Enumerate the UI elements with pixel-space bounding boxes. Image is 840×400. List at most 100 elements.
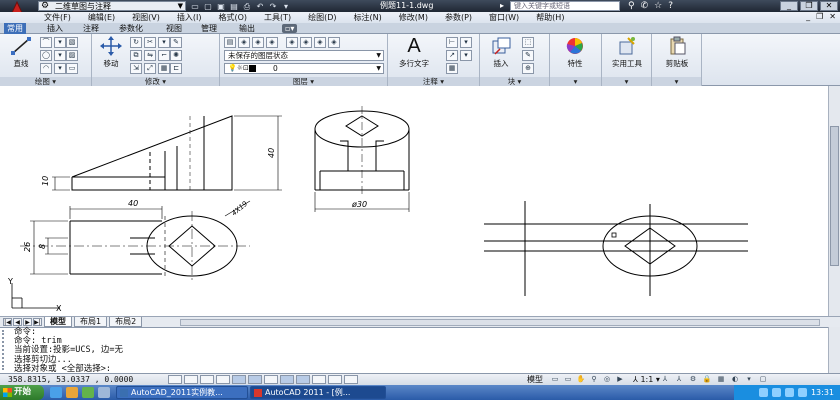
- desktop-icon[interactable]: [98, 387, 110, 398]
- annotation-visibility-icon[interactable]: ⅄: [660, 375, 670, 384]
- workspace-switch-icon[interactable]: ⚙: [688, 375, 698, 384]
- pan-icon[interactable]: ✋: [576, 375, 586, 384]
- doc-restore-button[interactable]: ❐: [816, 12, 823, 21]
- dropdown-icon[interactable]: ▾: [54, 50, 66, 61]
- command-line[interactable]: 命令: 命令: trim 当前设置:投影=UCS, 边=无 选择剪切边... 选…: [0, 327, 828, 374]
- attribute-icon[interactable]: ⊕: [522, 63, 534, 74]
- minimize-button[interactable]: _: [780, 1, 798, 11]
- zoom-icon[interactable]: ⚲: [589, 375, 599, 384]
- vertical-scrollbar[interactable]: [828, 86, 840, 316]
- insert-block-button[interactable]: 插入: [482, 36, 520, 74]
- menu-draw[interactable]: 绘图(D): [308, 12, 336, 23]
- mirror-icon[interactable]: ⇋: [144, 50, 156, 61]
- dropdown-icon[interactable]: ▾: [54, 37, 66, 48]
- trim-icon[interactable]: ✂: [144, 37, 156, 48]
- prev-layout-icon[interactable]: ◀: [13, 318, 22, 326]
- subscription-icon[interactable]: ✆: [641, 0, 649, 12]
- open-icon[interactable]: ▢: [203, 2, 213, 11]
- tab-output[interactable]: 输出: [236, 23, 258, 34]
- explode-icon[interactable]: ✺: [170, 50, 182, 61]
- edit-block-icon[interactable]: ✎: [522, 50, 534, 61]
- doc-close-button[interactable]: ✕: [829, 12, 836, 21]
- tpy-toggle[interactable]: [312, 375, 326, 384]
- search-input[interactable]: 键入关键字或短语: [510, 1, 620, 11]
- layer-icon[interactable]: ◈: [286, 37, 298, 48]
- utilities-panel-title[interactable]: ▾: [602, 77, 651, 86]
- menu-tools[interactable]: 工具(T): [264, 12, 291, 23]
- menu-file[interactable]: 文件(F): [44, 12, 71, 23]
- drawing-canvas[interactable]: 40 10 40 ø30 26 8 4X19 Y X: [0, 86, 828, 316]
- modify-panel-title[interactable]: 修改 ▾: [92, 77, 219, 86]
- menu-help[interactable]: 帮助(H): [536, 12, 564, 23]
- tab-annotate[interactable]: 注释: [80, 23, 102, 34]
- copy-icon[interactable]: ⧉: [130, 50, 142, 61]
- ortho-toggle[interactable]: [200, 375, 214, 384]
- taskbar-item[interactable]: AutoCAD_2011实例教...: [116, 386, 248, 399]
- steering-wheel-icon[interactable]: ◎: [602, 375, 612, 384]
- new-icon[interactable]: ▭: [190, 2, 200, 11]
- snap-toggle[interactable]: [168, 375, 182, 384]
- tab-layout2[interactable]: 布局2: [109, 317, 143, 327]
- polyline-icon[interactable]: ⌒: [40, 37, 52, 48]
- clock[interactable]: 13:31: [811, 388, 834, 397]
- status-menu-icon[interactable]: ▾: [744, 375, 754, 384]
- search-arrow-icon[interactable]: ▸: [500, 0, 504, 12]
- folder-icon[interactable]: [66, 387, 78, 398]
- move-button[interactable]: 移动: [92, 36, 130, 74]
- grid-toggle[interactable]: [184, 375, 198, 384]
- circle-icon[interactable]: ◯: [40, 50, 52, 61]
- save-icon[interactable]: ▣: [216, 2, 226, 11]
- table-icon[interactable]: ▦: [446, 63, 458, 74]
- block-panel-title[interactable]: 块 ▾: [480, 77, 549, 86]
- dropdown-icon[interactable]: ▾: [54, 63, 66, 74]
- mtext-button[interactable]: A 多行文字: [392, 36, 436, 74]
- tray-icon[interactable]: [758, 388, 768, 397]
- layer-properties-icon[interactable]: ▤: [224, 37, 236, 48]
- close-button[interactable]: ✕: [820, 1, 838, 11]
- menu-insert[interactable]: 插入(I): [177, 12, 202, 23]
- line-button[interactable]: 直线: [2, 36, 40, 74]
- layer-icon[interactable]: ◈: [266, 37, 278, 48]
- doc-minimize-button[interactable]: _: [806, 12, 810, 21]
- autoscale-icon[interactable]: ⅄: [674, 375, 684, 384]
- layer-combo[interactable]: 💡☼⊡ 0 ▼: [224, 63, 384, 74]
- qat-dropdown-icon[interactable]: ▾: [281, 2, 291, 11]
- undo-icon[interactable]: ↶: [255, 2, 265, 11]
- scale-icon[interactable]: ⤢: [144, 63, 156, 74]
- menu-edit[interactable]: 编辑(E): [88, 12, 115, 23]
- last-layout-icon[interactable]: ▶|: [33, 318, 42, 326]
- create-block-icon[interactable]: ⬚: [522, 37, 534, 48]
- dropdown-icon[interactable]: ▾: [460, 37, 472, 48]
- isolate-icon[interactable]: ◐: [730, 375, 740, 384]
- boundary-icon[interactable]: ▭: [66, 63, 78, 74]
- tab-insert[interactable]: 插入: [44, 23, 66, 34]
- menu-parametric[interactable]: 参数(P): [445, 12, 472, 23]
- media-icon[interactable]: [82, 387, 94, 398]
- tab-model[interactable]: 模型: [44, 317, 72, 327]
- fillet-icon[interactable]: ⌐: [158, 50, 170, 61]
- scroll-thumb[interactable]: [830, 126, 839, 266]
- plot-icon[interactable]: ⎙: [242, 2, 252, 11]
- next-layout-icon[interactable]: ▶: [23, 318, 32, 326]
- tab-manage[interactable]: 管理: [198, 23, 220, 34]
- qp-toggle[interactable]: [328, 375, 342, 384]
- layer-icon[interactable]: ◈: [252, 37, 264, 48]
- restore-button[interactable]: ❐: [800, 1, 818, 11]
- hatch-icon[interactable]: ▧: [66, 37, 78, 48]
- taskbar-item-active[interactable]: AutoCAD 2011 - [例...: [250, 386, 386, 399]
- tab-view[interactable]: 视图: [163, 23, 185, 34]
- properties-button[interactable]: 特性: [556, 36, 594, 74]
- clipboard-panel-title[interactable]: ▾: [652, 77, 701, 86]
- gradient-icon[interactable]: ▨: [66, 50, 78, 61]
- first-layout-icon[interactable]: |◀: [3, 318, 12, 326]
- layer-icon[interactable]: ◈: [238, 37, 250, 48]
- array-icon[interactable]: ▦: [158, 63, 170, 74]
- clipboard-button[interactable]: 剪贴板: [658, 36, 696, 74]
- polar-toggle[interactable]: [216, 375, 230, 384]
- star-icon[interactable]: ☆: [654, 0, 662, 12]
- quick-view-icon[interactable]: ▭: [550, 375, 560, 384]
- tab-home[interactable]: 常用: [4, 23, 26, 34]
- help-icon[interactable]: ?: [668, 0, 673, 12]
- utilities-button[interactable]: 实用工具: [608, 36, 646, 74]
- tray-icon[interactable]: [771, 388, 781, 397]
